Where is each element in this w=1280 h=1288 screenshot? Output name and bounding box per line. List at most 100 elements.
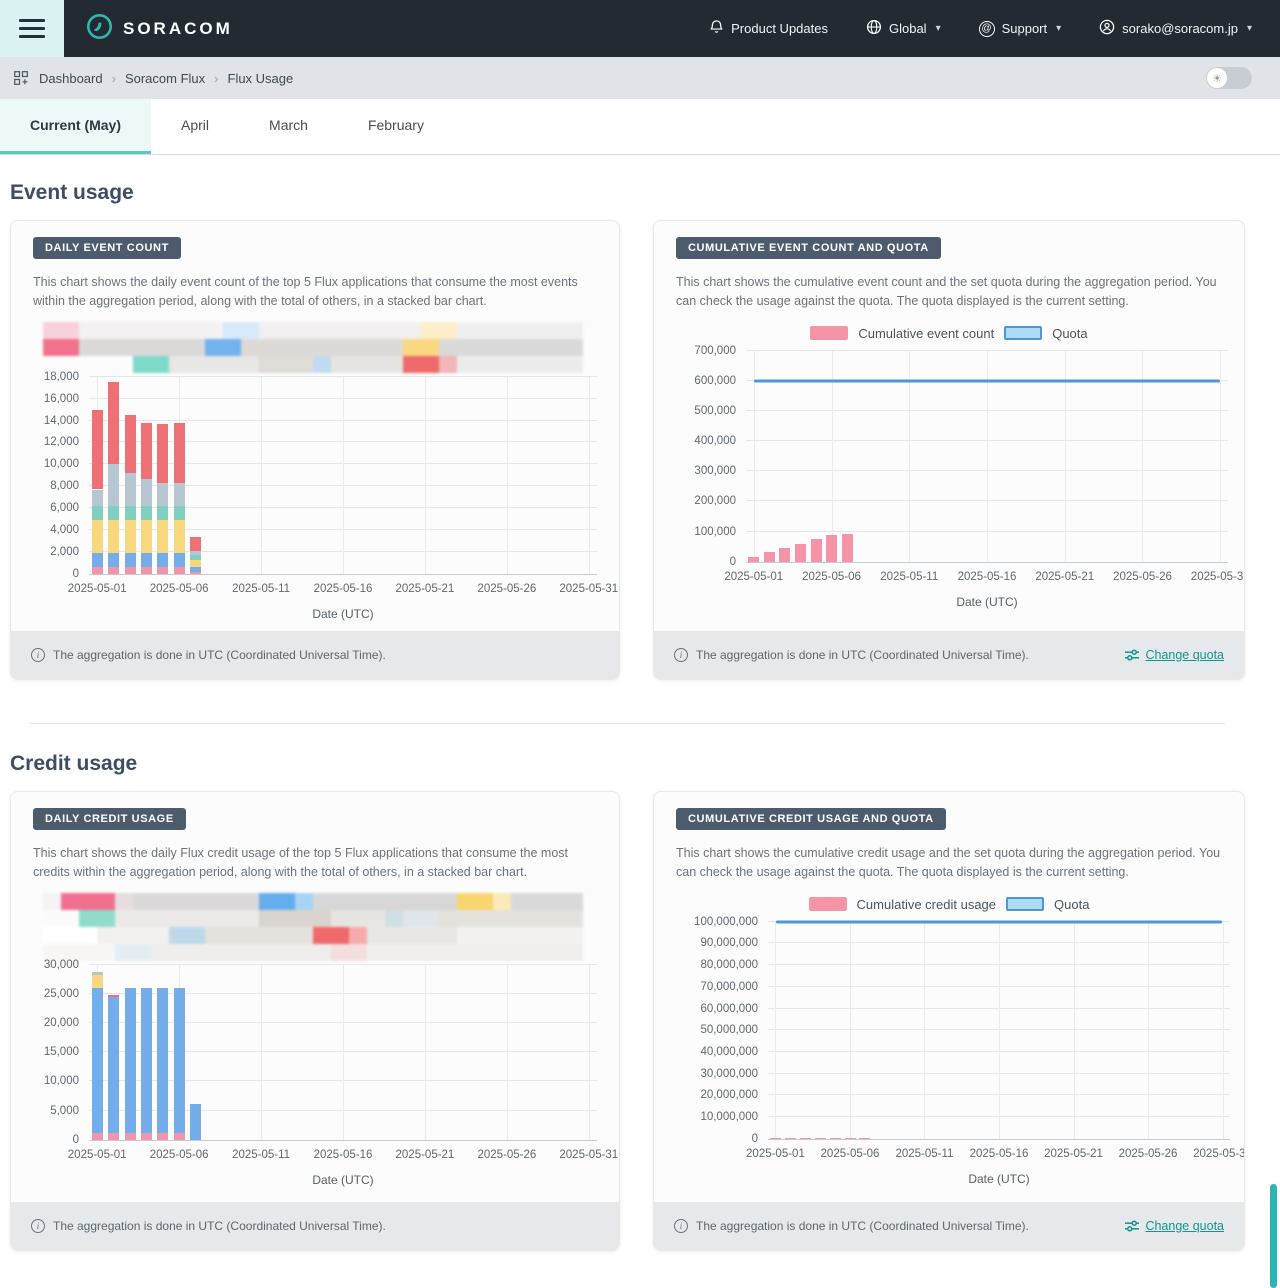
- chevron-down-icon: ▾: [936, 23, 941, 34]
- y-axis-tick: 70,000,000: [676, 981, 758, 993]
- bar-segment: [125, 1133, 136, 1140]
- bar: [842, 534, 853, 562]
- sliders-icon: [1125, 1220, 1139, 1232]
- x-axis-tick: 2025-05-06: [802, 571, 861, 583]
- hamburger-menu-icon[interactable]: [0, 0, 64, 57]
- x-axis-tick: 2025-05-31: [559, 1149, 618, 1161]
- theme-toggle[interactable]: ☀: [1206, 67, 1252, 89]
- y-axis-tick: 80,000,000: [676, 959, 758, 971]
- breadcrumb-separator: ›: [214, 71, 218, 86]
- bar-segment: [190, 560, 201, 568]
- y-axis-tick: 20,000: [33, 1017, 79, 1029]
- bar-segment: [125, 567, 136, 574]
- bar: [815, 1138, 826, 1139]
- user-icon: [1099, 19, 1115, 38]
- tab-march[interactable]: March: [239, 99, 338, 154]
- bar-segment: [141, 520, 152, 553]
- x-axis-label: Date (UTC): [89, 607, 597, 621]
- bar-segment: [92, 972, 103, 975]
- teal-corner-accent: [1270, 1184, 1277, 1288]
- info-icon: i: [31, 648, 45, 662]
- y-axis-tick: 400,000: [676, 435, 736, 447]
- soracom-brand[interactable]: SORACOM: [86, 13, 233, 45]
- y-axis-tick: 700,000: [676, 345, 736, 357]
- y-axis-tick: 12,000: [33, 436, 79, 448]
- utc-footnote: The aggregation is done in UTC (Coordina…: [696, 1219, 1029, 1233]
- y-axis-tick: 90,000,000: [676, 937, 758, 949]
- bar-segment: [190, 572, 201, 574]
- x-axis-tick: 2025-05-06: [150, 583, 209, 595]
- usage-legend-label: Cumulative credit usage: [857, 897, 996, 912]
- global-menu[interactable]: Global ▾: [866, 19, 941, 38]
- navbar-menu: Product Updates Global ▾ @ Support ▾ sor…: [709, 19, 1280, 38]
- blurred-app-legend: [43, 893, 597, 961]
- card-badge: CUMULATIVE CREDIT USAGE AND QUOTA: [676, 808, 946, 830]
- tab-february[interactable]: February: [338, 99, 454, 154]
- bar-segment: [174, 506, 185, 520]
- credit-usage-heading: Credit usage: [10, 752, 1245, 776]
- tab-april[interactable]: April: [151, 99, 239, 154]
- main-content: Event usage DAILY EVENT COUNT This chart…: [0, 181, 1280, 1251]
- change-quota-link[interactable]: Change quota: [1125, 1219, 1224, 1233]
- gridline: [261, 377, 262, 574]
- card-footer: i The aggregation is done in UTC (Coordi…: [654, 1202, 1244, 1250]
- gridline: [343, 965, 344, 1140]
- bar-segment: [92, 410, 103, 490]
- bar-segment: [92, 1133, 103, 1140]
- bar-segment: [92, 520, 103, 553]
- bar-segment: [157, 483, 168, 506]
- product-updates-button[interactable]: Product Updates: [709, 19, 828, 38]
- x-axis-tick: 2025-05-01: [68, 1149, 127, 1161]
- x-axis-tick: 2025-05-21: [396, 583, 455, 595]
- chevron-down-icon: ▾: [1247, 23, 1252, 34]
- info-icon: i: [31, 1219, 45, 1233]
- gridline: [1220, 351, 1221, 562]
- card-footer: i The aggregation is done in UTC (Coordi…: [11, 1202, 619, 1250]
- gridline: [589, 965, 590, 1140]
- daily-event-count-card: DAILY EVENT COUNT This chart shows the d…: [10, 220, 620, 680]
- breadcrumb-soracom-flux[interactable]: Soracom Flux: [125, 71, 205, 86]
- quota-legend-label: Quota: [1054, 897, 1089, 912]
- bar-segment: [108, 506, 119, 520]
- y-axis-tick: 100,000: [676, 526, 736, 538]
- bell-icon: [709, 19, 724, 38]
- card-description: This chart shows the daily Flux credit u…: [33, 844, 593, 883]
- change-quota-link[interactable]: Change quota: [1125, 648, 1224, 662]
- bar-segment: [174, 988, 185, 1133]
- account-menu[interactable]: sorako@soracom.jp ▾: [1099, 19, 1252, 38]
- y-axis-tick: 0: [33, 568, 79, 580]
- usage-legend-swatch: [810, 326, 848, 340]
- bar-segment: [108, 567, 119, 574]
- x-axis-label: Date (UTC): [746, 595, 1228, 609]
- gridline: [1223, 922, 1224, 1139]
- bar: [779, 548, 790, 562]
- event-usage-heading: Event usage: [10, 181, 1245, 205]
- breadcrumb-dashboard[interactable]: Dashboard: [39, 71, 103, 86]
- chart-legend: Cumulative event count Quota: [676, 326, 1222, 341]
- usage-legend-swatch: [809, 897, 847, 911]
- utc-footnote: The aggregation is done in UTC (Coordina…: [696, 648, 1029, 662]
- bar: [826, 535, 837, 562]
- gridline: [1074, 922, 1075, 1139]
- y-axis-tick: 4,000: [33, 524, 79, 536]
- bar-segment: [141, 988, 152, 1133]
- bar-segment: [108, 1133, 119, 1140]
- bar-segment: [108, 520, 119, 553]
- card-description: This chart shows the cumulative credit u…: [676, 844, 1222, 883]
- tab-current-may[interactable]: Current (May): [0, 99, 151, 154]
- bar: [859, 1138, 870, 1139]
- bar-segment: [157, 1133, 168, 1140]
- soracom-logo-icon: [86, 13, 113, 45]
- x-axis-tick: 2025-05-31: [1193, 1148, 1245, 1160]
- bar-segment: [174, 1133, 185, 1140]
- gridline: [850, 922, 851, 1139]
- x-axis-tick: 2025-05-16: [958, 571, 1017, 583]
- bar-segment: [190, 551, 201, 555]
- gridline: [261, 965, 262, 1140]
- support-menu[interactable]: @ Support ▾: [979, 21, 1062, 37]
- utc-footnote: The aggregation is done in UTC (Coordina…: [53, 1219, 386, 1233]
- bar-segment: [92, 553, 103, 567]
- y-axis-tick: 30,000: [33, 959, 79, 971]
- gridline: [425, 377, 426, 574]
- y-axis-tick: 6,000: [33, 502, 79, 514]
